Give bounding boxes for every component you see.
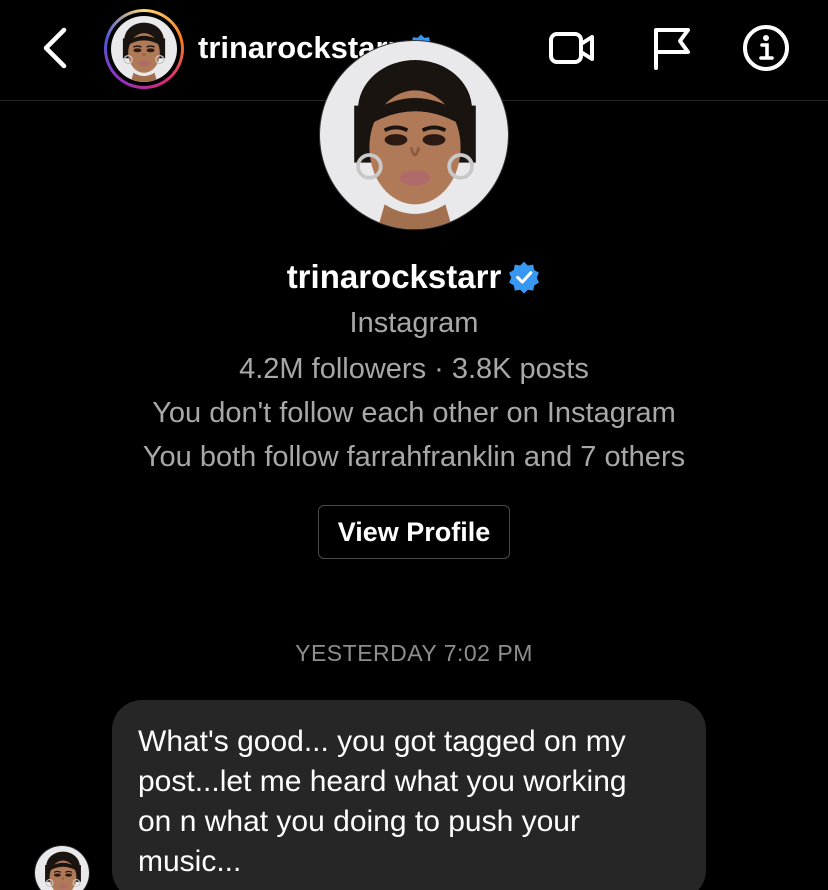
profile-subtitle: Instagram	[349, 307, 479, 339]
message-timestamp: YESTERDAY 7:02 PM	[295, 640, 533, 666]
video-call-button[interactable]	[546, 22, 598, 74]
sender-avatar-image	[35, 846, 90, 890]
mutual-followers: You both follow farrahfranklin and 7 oth…	[142, 441, 686, 473]
view-profile-button[interactable]: View Profile	[318, 505, 510, 559]
avatar-image	[111, 16, 177, 82]
profile-name: trinarockstarr	[286, 258, 502, 295]
verified-badge-icon	[507, 260, 541, 294]
sender-avatar[interactable]	[34, 845, 90, 890]
header-avatar[interactable]	[104, 9, 184, 89]
chevron-left-icon	[43, 27, 67, 69]
profile-stats: 4.2M followers · 3.8K posts	[239, 353, 589, 385]
info-icon	[743, 25, 789, 71]
message-row: What's good... you got tagged on my post…	[0, 700, 828, 890]
profile-name-row: trinarockstarr	[0, 252, 828, 302]
video-call-icon	[549, 32, 594, 64]
dm-thread-screen: trinarockstarr trinarockstarr Instagram …	[0, 0, 828, 890]
info-button[interactable]	[740, 22, 792, 74]
report-button[interactable]	[646, 22, 698, 74]
flag-icon	[654, 28, 690, 70]
profile-photo[interactable]	[319, 40, 509, 230]
follow-status: You don't follow each other on Instagram	[152, 397, 676, 429]
profile-image	[320, 41, 509, 230]
back-button[interactable]	[34, 22, 82, 74]
message-bubble[interactable]: What's good... you got tagged on my post…	[112, 700, 706, 890]
